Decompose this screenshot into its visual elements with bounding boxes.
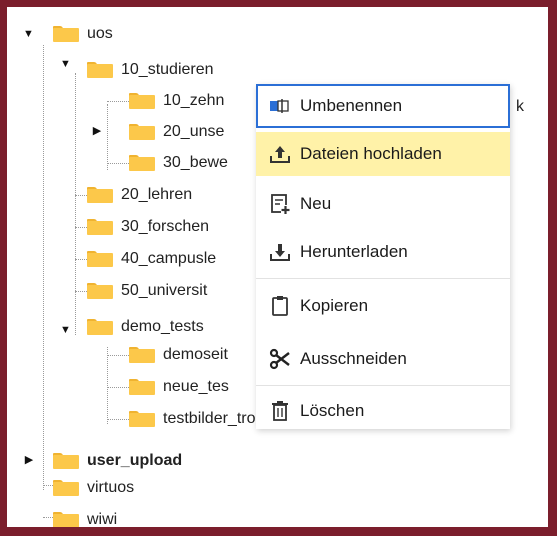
tree-node-testbilder[interactable]: testbilder_tron: [129, 404, 264, 434]
folder-icon: [129, 347, 155, 363]
tree-node-label: uos: [87, 25, 113, 42]
tree-node-label: testbilder_tron: [163, 410, 265, 427]
folder-icon: [87, 283, 113, 299]
tree-node-20-lehren[interactable]: 20_lehren: [87, 180, 192, 210]
tree-line: [107, 387, 129, 388]
tree-node-50-universit[interactable]: 50_universit: [87, 276, 207, 306]
menu-item-label: Neu: [300, 194, 332, 213]
tree-node-virtuos[interactable]: virtuos: [53, 473, 134, 503]
folder-icon: [87, 62, 113, 78]
tree-node-label: 50_universit: [121, 282, 208, 299]
scissors-icon: [268, 347, 292, 371]
trash-icon: [268, 399, 292, 423]
folder-icon: [53, 512, 79, 527]
download-icon: [268, 240, 292, 264]
menu-item-label: Dateien hochladen: [300, 144, 442, 163]
folder-icon: [129, 411, 155, 427]
context-menu: Umbenennen Dateien hochladen Neu Herunte…: [256, 84, 510, 429]
menu-item-new[interactable]: Neu: [256, 182, 510, 226]
menu-item-label: Herunterladen: [300, 242, 408, 261]
tree-node-10-studieren[interactable]: 10_studieren: [87, 55, 214, 85]
tree-line: [75, 73, 76, 335]
tree-node-demo-tests[interactable]: demo_tests: [87, 312, 204, 342]
tree-node-40-campusle[interactable]: 40_campusle: [87, 244, 216, 274]
tree-line: [107, 355, 129, 356]
upload-icon: [268, 142, 292, 166]
menu-separator: [256, 278, 510, 279]
menu-separator: [256, 385, 510, 386]
tree-line: [107, 101, 129, 102]
tree-line: [107, 163, 129, 164]
menu-item-rename[interactable]: Umbenennen: [256, 84, 510, 128]
tree-node-label: 20_unse: [163, 123, 225, 140]
tree-node-wiwi[interactable]: wiwi: [53, 505, 117, 527]
clipboard-icon: [268, 294, 292, 318]
truncated-label-fragment: k: [516, 98, 524, 115]
folder-icon: [53, 480, 79, 496]
tree-line: [107, 419, 129, 420]
tree-node-label: 30_bewe: [163, 154, 228, 171]
folder-icon: [129, 124, 155, 140]
menu-item-download[interactable]: Herunterladen: [256, 230, 510, 274]
menu-item-upload[interactable]: Dateien hochladen: [256, 132, 510, 176]
tree-node-demoseit[interactable]: demoseit: [129, 340, 228, 370]
folder-icon: [87, 251, 113, 267]
expand-toggle-icon[interactable]: ▶: [92, 126, 102, 137]
collapse-toggle-icon[interactable]: ▼: [23, 29, 34, 40]
tree-node-label: neue_tes: [163, 378, 229, 395]
tree-node-label: demoseit: [163, 346, 228, 363]
tree-node-30-bewe[interactable]: 30_bewe: [129, 148, 228, 178]
menu-item-label: Löschen: [300, 401, 365, 420]
folder-icon: [129, 155, 155, 171]
collapse-toggle-icon[interactable]: ▼: [60, 59, 71, 70]
tree-node-label: user_upload: [87, 452, 183, 469]
expand-toggle-icon[interactable]: ▶: [24, 455, 34, 466]
folder-tree: ▼ ▼ ▶ ▼ ▶ uos 10_studieren 10_zehn 20_un…: [7, 7, 548, 527]
rename-icon: [268, 94, 292, 118]
tree-node-label: 30_forschen: [121, 218, 210, 235]
tree-line: [107, 104, 108, 170]
folder-icon: [53, 453, 79, 469]
menu-item-copy[interactable]: Kopieren: [256, 284, 510, 328]
collapse-toggle-icon[interactable]: ▼: [60, 325, 71, 336]
folder-icon: [87, 219, 113, 235]
tree-line: [43, 485, 53, 486]
tree-node-label: 10_studieren: [121, 61, 214, 78]
menu-item-cut[interactable]: Ausschneiden: [256, 337, 510, 381]
folder-icon: [129, 379, 155, 395]
tree-node-uos[interactable]: uos: [53, 19, 113, 49]
tree-line: [43, 517, 53, 518]
tree-node-label: 10_zehn: [163, 92, 225, 109]
tree-node-label: 40_campusle: [121, 250, 217, 267]
tree-node-label: 20_lehren: [121, 186, 193, 203]
tree-node-10-zehn[interactable]: 10_zehn: [129, 86, 224, 116]
tree-node-30-forschen[interactable]: 30_forschen: [87, 212, 209, 242]
tree-node-label: virtuos: [87, 479, 135, 496]
folder-icon: [87, 187, 113, 203]
folder-icon: [129, 93, 155, 109]
tree-node-label: wiwi: [87, 511, 118, 527]
tree-node-label: demo_tests: [121, 318, 204, 335]
menu-item-label: Kopieren: [300, 296, 369, 315]
tree-node-neue-tes[interactable]: neue_tes: [129, 372, 229, 402]
menu-item-label: Umbenennen: [300, 96, 403, 115]
new-file-icon: [268, 192, 292, 216]
tree-line: [107, 347, 108, 424]
tree-node-user-upload[interactable]: user_upload: [53, 446, 182, 476]
menu-item-label: Ausschneiden: [300, 349, 407, 368]
menu-item-delete[interactable]: Löschen: [256, 389, 510, 433]
tree-node-20-unse[interactable]: 20_unse: [129, 117, 224, 147]
file-tree-panel: ▼ ▼ ▶ ▼ ▶ uos 10_studieren 10_zehn 20_un…: [7, 7, 548, 527]
folder-icon: [53, 26, 79, 42]
folder-icon: [87, 319, 113, 335]
tree-line: [43, 45, 44, 490]
